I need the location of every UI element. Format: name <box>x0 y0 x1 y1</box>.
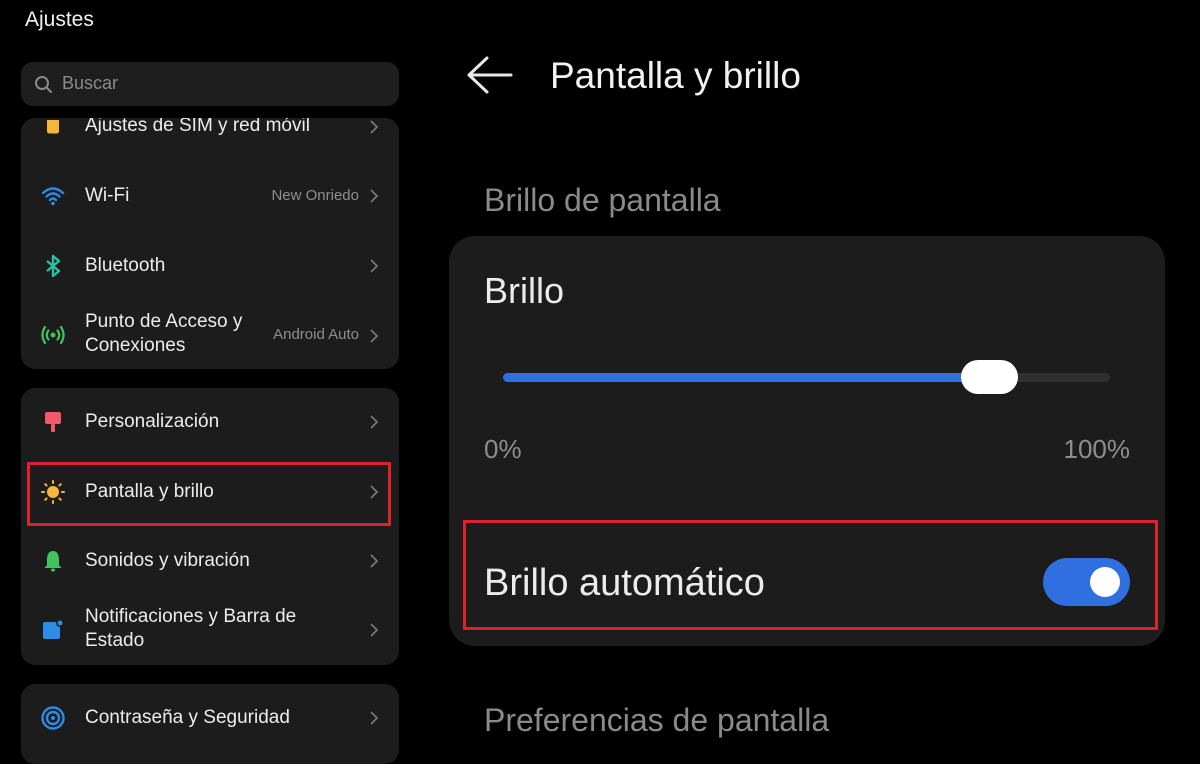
sidebar-item-label: Punto de Acceso y Conexiones <box>85 311 243 356</box>
chevron-right-icon <box>370 554 379 568</box>
chevron-right-icon <box>370 259 379 273</box>
selected-item-highlight <box>27 462 391 526</box>
bell-icon <box>44 551 62 572</box>
sidebar-item-sim[interactable]: Ajustes de SIM y red móvil <box>21 118 399 140</box>
wifi-network-name: New Onriedo <box>271 187 359 204</box>
sidebar-item-label: Bluetooth <box>85 255 166 276</box>
sim-card-icon <box>47 120 59 134</box>
sidebar-item-notifications[interactable]: Notificaciones y Barra de Estado <box>21 595 399 665</box>
sidebar-item-bluetooth[interactable]: Bluetooth <box>21 231 399 301</box>
hotspot-icon <box>41 325 65 345</box>
sidebar-item-sounds[interactable]: Sonidos y vibración <box>21 526 399 595</box>
sidebar-item-hotspot[interactable]: Punto de Acceso y Conexiones Android Aut… <box>21 301 399 369</box>
wifi-icon <box>41 187 65 206</box>
sidebar-item-label: Notificaciones y Barra de Estado <box>85 606 297 651</box>
sidebar-group-personal: Personalización Pantalla y brillo Sonido… <box>21 388 399 665</box>
back-arrow-icon[interactable] <box>465 55 513 95</box>
auto-brightness-highlight <box>463 520 1158 630</box>
page-title: Pantalla y brillo <box>550 55 801 96</box>
sidebar-item-security[interactable]: Contraseña y Seguridad <box>21 684 399 754</box>
chevron-right-icon <box>370 623 379 637</box>
brightness-label: Brillo <box>484 270 565 311</box>
sidebar-item-label: Personalización <box>85 411 220 432</box>
section-title-display-prefs: Preferencias de pantalla <box>484 702 830 738</box>
search-icon <box>35 76 52 93</box>
search-placeholder: Buscar <box>62 73 119 93</box>
chevron-right-icon <box>370 120 379 134</box>
app-title: Ajustes <box>25 8 94 31</box>
sidebar-item-personalization[interactable]: Personalización <box>21 388 399 457</box>
notification-icon <box>43 619 64 639</box>
hotspot-status: Android Auto <box>273 326 359 343</box>
sidebar-item-label: Contraseña y Seguridad <box>85 707 290 728</box>
slider-max-label: 100% <box>1063 434 1131 464</box>
brightness-slider-fill <box>503 373 989 382</box>
chevron-right-icon <box>370 329 379 343</box>
brush-icon <box>45 412 61 432</box>
sidebar-item-wifi[interactable]: Wi-Fi New Onriedo <box>21 161 399 231</box>
sidebar-item-label: Ajustes de SIM y red móvil <box>85 118 310 136</box>
security-icon <box>41 706 65 730</box>
sidebar-item-label: Wi-Fi <box>85 185 130 206</box>
brightness-slider-thumb[interactable] <box>960 360 1018 394</box>
chevron-right-icon <box>370 189 379 203</box>
sidebar-group-security: Contraseña y Seguridad <box>21 684 399 764</box>
sidebar-item-label: Sonidos y vibración <box>85 550 250 571</box>
brightness-slider[interactable] <box>503 360 1110 394</box>
section-title-brightness: Brillo de pantalla <box>484 182 721 218</box>
chevron-right-icon <box>370 415 379 429</box>
sidebar-group-connectivity: Ajustes de SIM y red móvil Wi-Fi New Onr… <box>21 118 399 369</box>
bluetooth-icon <box>46 254 61 278</box>
slider-min-label: 0% <box>484 434 522 464</box>
chevron-right-icon <box>370 711 379 725</box>
